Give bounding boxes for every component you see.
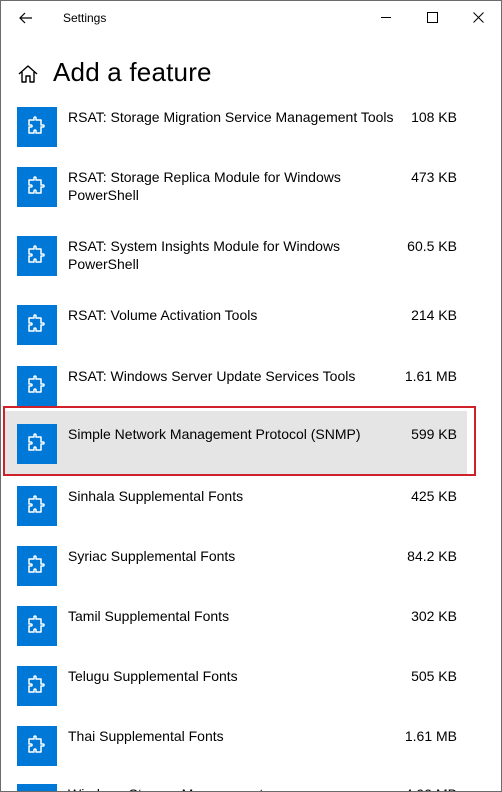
puzzle-icon [17, 236, 57, 276]
feature-item[interactable]: Syriac Supplemental Fonts 84.2 KB [5, 536, 467, 596]
feature-size: 599 KB [411, 426, 457, 442]
feature-item[interactable]: RSAT: Storage Migration Service Manageme… [5, 97, 467, 157]
feature-item[interactable]: Telugu Supplemental Fonts 505 KB [5, 656, 467, 716]
feature-size: 302 KB [411, 608, 457, 624]
feature-name: Sinhala Supplemental Fonts [68, 488, 244, 504]
puzzle-icon [17, 726, 57, 766]
feature-item[interactable]: RSAT: Volume Activation Tools 214 KB [5, 295, 467, 356]
feature-name: Thai Supplemental Fonts [68, 728, 224, 744]
feature-size: 84.2 KB [407, 548, 457, 564]
puzzle-icon [17, 606, 57, 646]
feature-item[interactable]: RSAT: System Insights Module for Windows… [5, 226, 467, 295]
puzzle-icon [17, 486, 57, 526]
feature-size: 1.61 MB [404, 728, 457, 744]
feature-item[interactable]: Sinhala Supplemental Fonts 425 KB [5, 476, 467, 536]
feature-item[interactable]: Thai Supplemental Fonts 1.61 MB [5, 716, 467, 774]
feature-name: RSAT: System Insights Module for Windows… [68, 238, 341, 272]
feature-item-selected[interactable]: Simple Network Management Protocol (SNMP… [5, 411, 467, 475]
puzzle-icon [17, 107, 57, 147]
puzzle-icon [17, 167, 57, 207]
feature-name: Simple Network Management Protocol (SNMP… [68, 426, 361, 442]
feature-item[interactable]: Windows Storage Management 4.99 MB [5, 774, 467, 791]
puzzle-icon [17, 424, 57, 464]
feature-item[interactable]: RSAT: Windows Server Update Services Too… [5, 356, 467, 411]
puzzle-icon [17, 784, 57, 791]
feature-name: RSAT: Volume Activation Tools [68, 307, 258, 323]
feature-size: 425 KB [411, 488, 457, 504]
puzzle-icon [17, 546, 57, 586]
feature-name: RSAT: Storage Migration Service Manageme… [68, 109, 394, 125]
feature-item[interactable]: RSAT: Storage Replica Module for Windows… [5, 157, 467, 226]
feature-name: RSAT: Windows Server Update Services Too… [68, 368, 356, 384]
puzzle-icon [17, 305, 57, 345]
feature-name: Windows Storage Management [68, 785, 398, 791]
feature-size: 473 KB [411, 169, 457, 185]
feature-size: 60.5 KB [407, 238, 457, 254]
feature-size: 214 KB [411, 307, 457, 323]
feature-name: Syriac Supplemental Fonts [68, 548, 236, 564]
feature-size: 1.61 MB [404, 368, 457, 384]
puzzle-icon [17, 666, 57, 706]
feature-size: 505 KB [411, 668, 457, 684]
feature-name: RSAT: Storage Replica Module for Windows… [68, 169, 341, 203]
puzzle-icon [17, 366, 57, 406]
feature-list: RSAT: Storage Migration Service Manageme… [1, 1, 501, 791]
feature-name: Telugu Supplemental Fonts [68, 668, 238, 684]
feature-size: 108 KB [411, 109, 457, 125]
feature-name: Tamil Supplemental Fonts [68, 608, 230, 624]
feature-item[interactable]: Tamil Supplemental Fonts 302 KB [5, 596, 467, 656]
settings-window: Settings Add a feature RSAT: Storage Mig… [0, 0, 502, 792]
feature-size: 4.99 MB [405, 785, 457, 791]
